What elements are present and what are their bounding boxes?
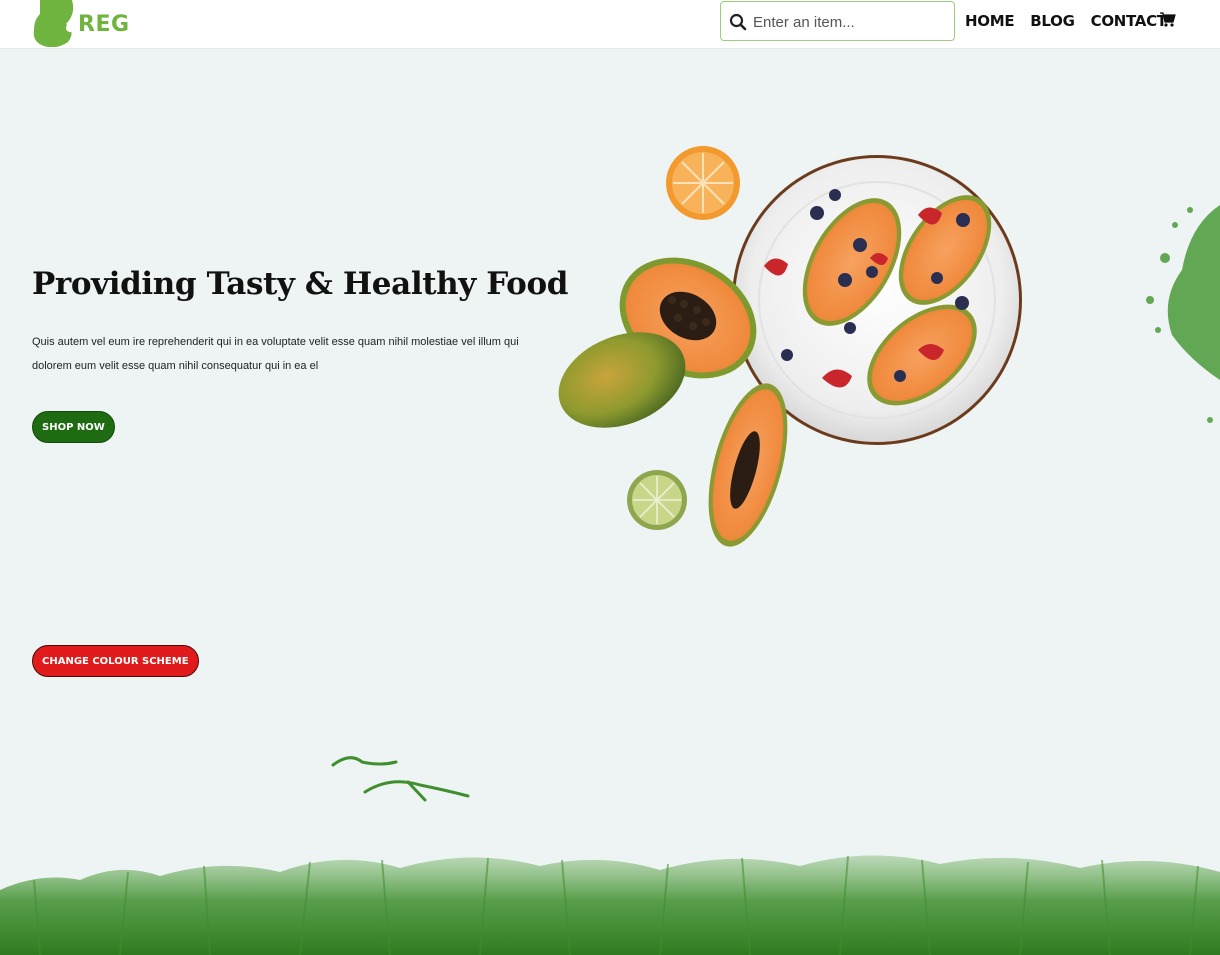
lime-slice xyxy=(627,470,687,530)
grass-border xyxy=(0,855,1220,955)
brush-strokes xyxy=(331,756,470,802)
orange-slice xyxy=(666,146,740,220)
paint-splash xyxy=(1146,205,1220,423)
hero-illustration xyxy=(0,146,1220,955)
